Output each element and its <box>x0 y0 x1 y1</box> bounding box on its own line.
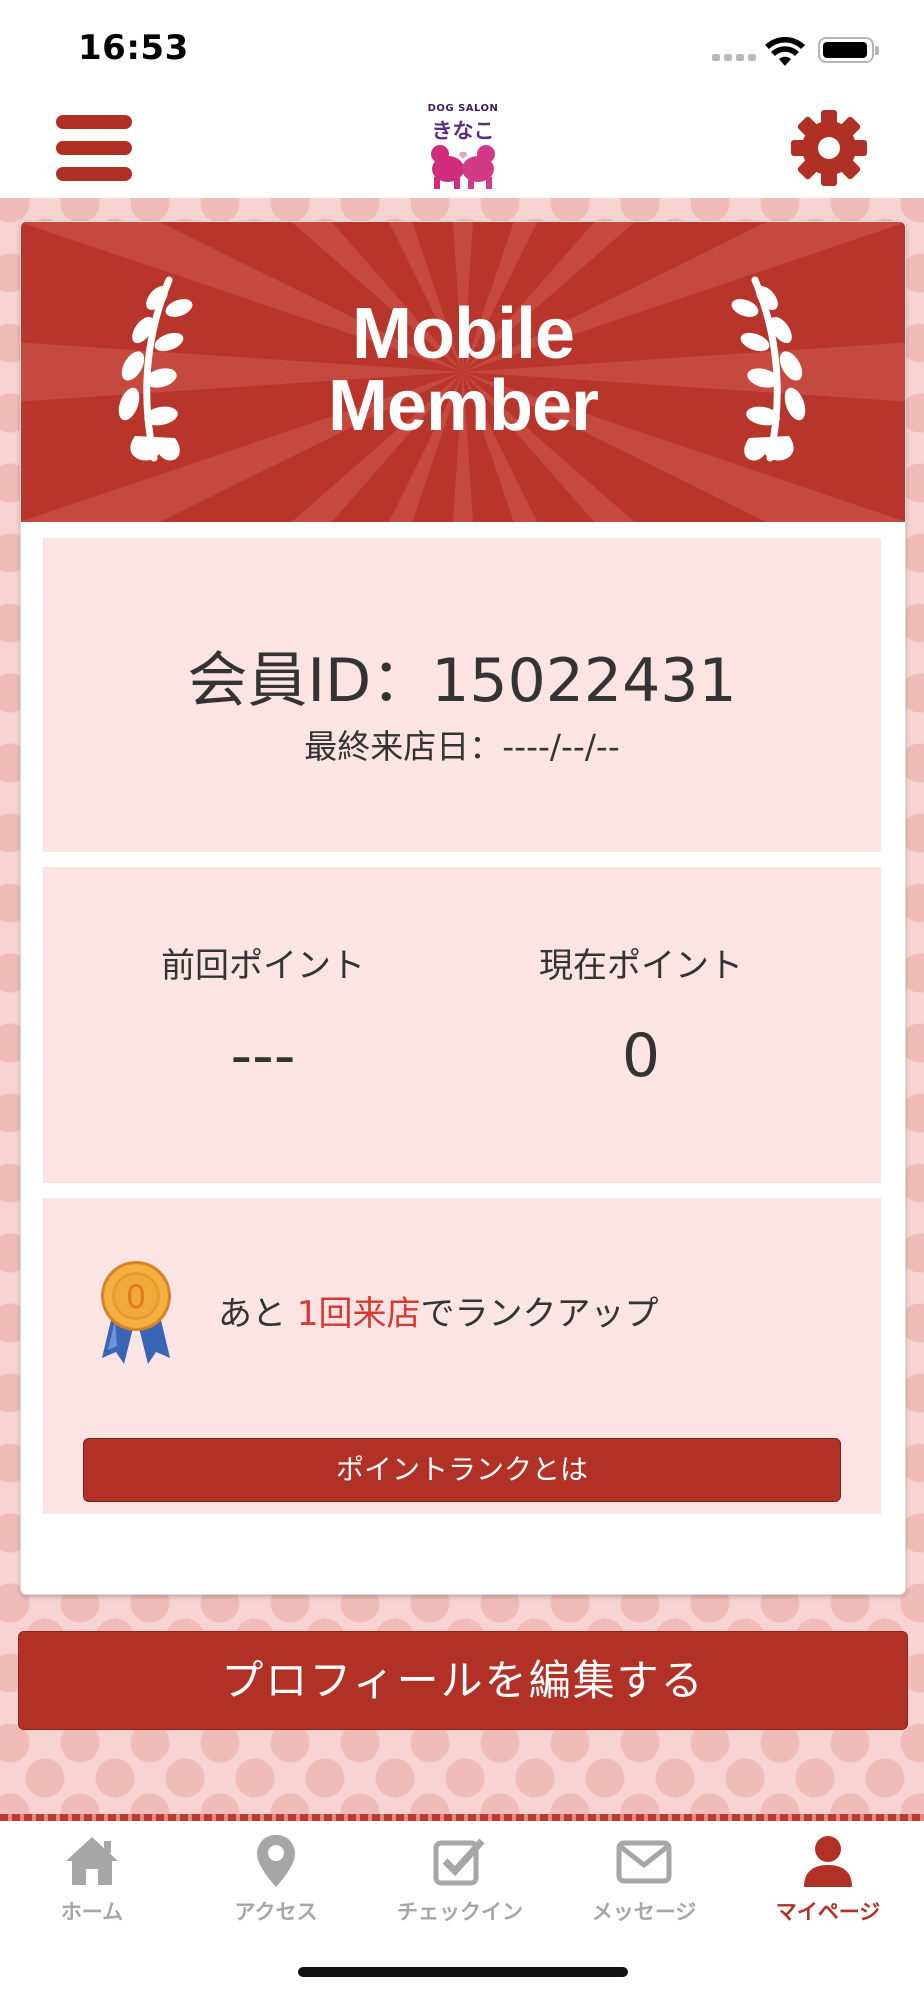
wifi-icon <box>765 37 805 66</box>
tab-message[interactable]: メッセージ <box>552 1821 736 1941</box>
rank-medal-icon: 0 <box>101 1261 171 1364</box>
status-bar: 16:53 <box>0 0 924 95</box>
tab-mypage-label: マイページ <box>775 1900 881 1924</box>
current-points-value: 0 <box>621 1021 661 1091</box>
signal-icon <box>712 54 756 61</box>
banner-title: Mobile Member <box>21 298 905 442</box>
person-icon <box>804 1836 852 1887</box>
banner-title-line2: Member <box>327 366 599 446</box>
member-id-panel: 会員ID：15022431 最終来店日：----/--/-- <box>43 538 881 852</box>
logo-subtitle: DOG SALON <box>427 103 499 114</box>
battery-icon <box>818 37 879 63</box>
map-pin-icon <box>257 1835 295 1887</box>
tab-checkin[interactable]: チェックイン <box>368 1821 552 1941</box>
tab-bar-divider <box>0 1814 924 1821</box>
rank-text-prefix: あと <box>218 1294 297 1334</box>
tab-mypage[interactable]: マイページ <box>736 1821 920 1941</box>
dog-logo-icon <box>431 145 495 189</box>
edit-profile-button[interactable]: プロフィールを編集する <box>18 1631 908 1730</box>
medal-number: 0 <box>126 1278 146 1316</box>
tab-access[interactable]: アクセス <box>184 1821 368 1941</box>
tab-home[interactable]: ホーム <box>0 1821 184 1941</box>
status-time: 16:53 <box>78 28 189 68</box>
checkin-icon <box>433 1838 485 1886</box>
tab-message-label: メッセージ <box>591 1900 697 1924</box>
point-rank-info-button[interactable]: ポイントランクとは <box>83 1438 841 1502</box>
tab-home-label: ホーム <box>60 1900 124 1924</box>
home-icon <box>66 1837 118 1885</box>
salon-logo: DOG SALON きなこ <box>418 103 508 189</box>
menu-button[interactable] <box>56 115 132 181</box>
previous-points: 前回ポイント --- <box>73 945 453 1091</box>
previous-points-label: 前回ポイント <box>161 946 365 986</box>
rank-up-message: あと 1回来店でランクアップ <box>218 1292 658 1336</box>
home-indicator <box>298 1967 628 1977</box>
member-id: 会員ID：15022431 <box>187 646 737 716</box>
settings-gear-icon[interactable] <box>790 109 868 187</box>
banner-title-line1: Mobile <box>352 294 575 374</box>
tab-checkin-label: チェックイン <box>397 1900 523 1924</box>
last-visit-date: 最終来店日：----/--/-- <box>304 727 620 766</box>
mobile-member-banner: Mobile Member <box>21 222 905 522</box>
envelope-icon <box>616 1840 672 1884</box>
app-header: DOG SALON きなこ <box>0 95 924 199</box>
current-points-label: 現在ポイント <box>539 946 743 986</box>
rank-panel: 0 あと 1回来店でランクアップ ポイントランクとは <box>43 1198 881 1514</box>
rank-visits-remaining: 1回来店 <box>296 1294 421 1334</box>
tab-access-label: アクセス <box>234 1900 318 1924</box>
rank-text-suffix: でランクアップ <box>420 1294 659 1334</box>
points-panel: 前回ポイント --- 現在ポイント 0 <box>43 867 881 1183</box>
previous-points-value: --- <box>230 1021 296 1091</box>
current-points: 現在ポイント 0 <box>451 945 831 1091</box>
member-card: Mobile Member 会員ID：15022431 最終来店日：----/-… <box>20 221 906 1595</box>
